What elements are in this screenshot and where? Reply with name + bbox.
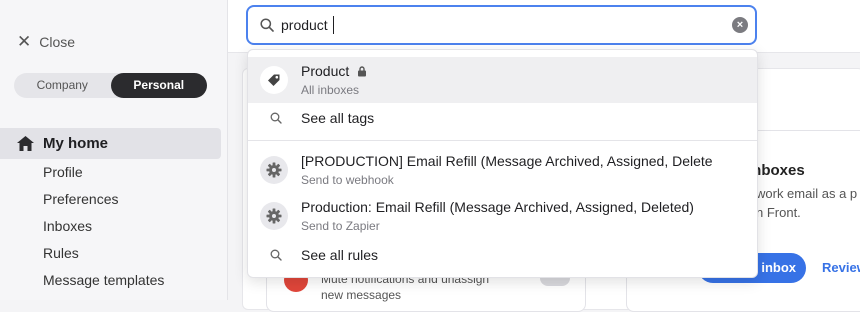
lock-icon	[358, 66, 367, 77]
card-text-2: n Front.	[756, 205, 801, 220]
card-text: work email as a p	[756, 186, 858, 201]
tag-icon	[260, 66, 288, 94]
result-subtitle: Send to Zapier	[301, 219, 380, 233]
sidebar-item-label: My home	[43, 135, 109, 152]
result-rule[interactable]: Production: Email Refill (Message Archiv…	[248, 194, 757, 238]
result-subtitle: All inboxes	[301, 83, 360, 97]
gear-icon	[260, 202, 288, 230]
sidebar-item-my-home[interactable]: My home	[0, 128, 221, 159]
result-title: Product	[301, 63, 367, 79]
sidebar-item-rules[interactable]: Rules	[43, 245, 79, 261]
segment-company[interactable]: Company	[14, 73, 111, 98]
close-label: Close	[39, 33, 76, 50]
close-button[interactable]: ✕ Close	[17, 33, 75, 50]
see-all-rules[interactable]: See all rules	[248, 240, 757, 270]
search-bar: ×	[246, 5, 757, 45]
see-all-tags[interactable]: See all tags	[248, 103, 757, 133]
see-all-tags-label: See all tags	[301, 110, 375, 126]
search-input[interactable]	[281, 14, 711, 36]
result-tag-product[interactable]: Product All inboxes	[248, 57, 757, 103]
sidebar-item-profile[interactable]: Profile	[43, 164, 83, 180]
home-icon	[17, 136, 34, 151]
clear-search-icon[interactable]: ×	[732, 17, 748, 33]
result-subtitle: Send to webhook	[301, 173, 394, 187]
search-icon	[270, 112, 282, 124]
text-caret	[333, 16, 334, 34]
close-icon: ✕	[17, 32, 32, 51]
result-title: Production: Email Refill (Message Archiv…	[301, 199, 694, 215]
result-rule[interactable]: [PRODUCTION] Email Refill (Message Archi…	[248, 148, 757, 192]
search-icon	[270, 249, 282, 261]
search-icon	[260, 18, 274, 32]
result-title: [PRODUCTION] Email Refill (Message Archi…	[301, 153, 713, 169]
segment-personal[interactable]: Personal	[110, 73, 207, 98]
gear-icon	[260, 156, 288, 184]
sidebar-item-message-templates[interactable]: Message templates	[43, 272, 164, 288]
see-all-rules-label: See all rules	[301, 247, 379, 263]
sidebar-item-inboxes[interactable]: Inboxes	[43, 218, 92, 234]
scope-toggle: Company Personal	[14, 73, 207, 98]
search-results-dropdown: Product All inboxes See all tags [PRODUC…	[247, 49, 758, 278]
sidebar-item-preferences[interactable]: Preferences	[43, 191, 118, 207]
results-divider	[248, 140, 757, 141]
settings-sidebar: ✕ Close Company Personal My home Profile…	[0, 0, 228, 300]
review-link[interactable]: Review	[822, 260, 860, 275]
